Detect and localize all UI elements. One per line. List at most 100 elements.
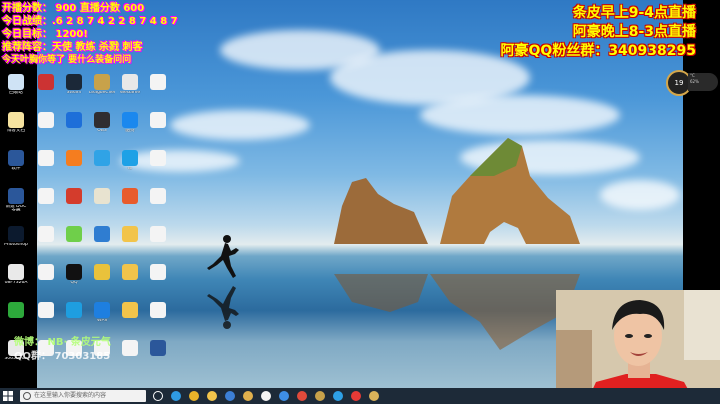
desktop-icon[interactable] [33,112,59,135]
desktop-icon-label: Steam [66,91,82,95]
overlay-target-line: 今日目标： 1200! [2,29,88,40]
desktop-icon[interactable]: IE [117,150,143,173]
app-icon-1[interactable] [243,391,253,401]
desktop-icon[interactable] [3,302,29,325]
desktop-icon[interactable] [33,264,59,287]
desktop-icon[interactable] [61,226,87,249]
desktop-icon[interactable] [145,302,171,325]
desktop-icon-label [89,243,115,249]
desktop-icon-label: 回收站 [9,91,23,95]
desktop-icon[interactable] [145,264,171,287]
app-icon-2[interactable] [261,391,271,401]
app-icon-4[interactable] [297,391,307,401]
app-icon [66,302,82,318]
desktop-icon-label [145,91,171,97]
desktop-icon-label [33,167,59,173]
file-explorer-icon[interactable] [207,391,217,401]
app-icon [66,74,82,90]
desktop-icon[interactable]: 酷狗 [117,112,143,135]
desktop-icon[interactable] [117,226,143,249]
desktop-icon[interactable] [145,226,171,249]
desktop-icon[interactable] [117,340,143,363]
desktop-icon[interactable] [145,74,171,97]
weather-sub-2: 62% [690,79,699,84]
desktop-icon[interactable]: QQ [61,264,87,287]
desktop-icon[interactable] [89,150,115,173]
app-icon [8,226,24,242]
desktop-icon-label [145,243,171,249]
desktop-icon-label: 酷狗 [125,129,135,133]
chrome-icon[interactable] [189,391,199,401]
app-icon [94,226,110,242]
store-icon[interactable] [225,391,235,401]
desktop-icon-label: 软件 [11,167,21,171]
desktop-icon[interactable]: 软件 [3,150,29,173]
overlay-lineup-line: 推荐阵容：天使 教练 杀戮 刺客 [2,42,143,53]
taskbar-search-box[interactable]: 在这里输入你要搜索的内容 [20,390,146,402]
app-icon-6[interactable] [333,391,343,401]
desktop-icon[interactable] [33,188,59,211]
desktop-icon[interactable]: Steam [61,74,87,97]
desktop-icon[interactable] [145,150,171,173]
desktop-icon[interactable]: 博客文档 [3,112,29,135]
desktop-icon[interactable]: Photoshop [3,226,29,249]
desktop-icon[interactable] [145,112,171,135]
desktop-icon-label [145,357,171,363]
desktop-icon[interactable] [61,188,87,211]
desktop-icon[interactable]: 新建 DOC 文档 [3,188,29,211]
app-icon-7[interactable] [351,391,361,401]
app-icon [94,264,110,280]
app-icon [66,150,82,166]
desktop-icon-label [145,129,171,135]
desktop-icon-label [61,129,87,135]
desktop-icon[interactable] [89,226,115,249]
rock-arch-small [334,178,428,244]
desktop-icon-label: IE [127,167,133,171]
desktop-icon[interactable] [89,264,115,287]
desktop-icon[interactable]: WPS [89,302,115,325]
webcam-feed [556,290,720,404]
edge-icon[interactable] [171,391,181,401]
task-view-icon[interactable] [153,391,163,401]
desktop-icon[interactable]: 回收站 [3,74,29,97]
windows-start-icon[interactable] [3,391,13,401]
app-icon-8[interactable] [369,391,379,401]
app-icon-5[interactable] [315,391,325,401]
desktop-icon[interactable] [33,302,59,325]
desktop-icon[interactable] [145,340,171,363]
app-icon [38,302,54,318]
runner-reflection [207,286,239,329]
desktop-icon[interactable]: LeagueClient [89,74,115,97]
desktop-icon[interactable] [117,264,143,287]
desktop-icon-label: 博客文档 [7,129,25,133]
desktop-icon-label: WPS [96,319,108,323]
overlay-score-line: 开播分数： 900 直播分数 600 [2,3,145,14]
app-icon [38,264,54,280]
desktop-icon-label [145,319,171,325]
desktop-icon-label [117,281,143,287]
desktop-icon[interactable] [61,112,87,135]
desktop-icon-label [89,167,115,173]
desktop-icon[interactable] [117,302,143,325]
desktop-icon[interactable]: 08F7326A [3,264,29,287]
desktop-icon-label: QQ [70,281,78,285]
desktop-icon[interactable] [33,226,59,249]
desktop-icon[interactable]: OBS [89,112,115,135]
watermark-qq: QQ群： 70303185 [14,351,111,362]
overlay-schedule-1: 条皮早上9-4点直播 [572,5,696,21]
desktop-icon[interactable] [117,188,143,211]
watermark-weibo: 微博： NB· 条皮元气 [14,337,111,348]
app-icon-3[interactable] [279,391,289,401]
desktop-icon[interactable] [61,150,87,173]
search-icon [23,392,31,400]
desktop-icon[interactable] [145,188,171,211]
desktop-icon[interactable]: WeGame [117,74,143,97]
desktop-icon[interactable] [33,150,59,173]
desktop-icon[interactable] [89,188,115,211]
desktop-icon-label [61,319,87,325]
desktop-icon[interactable] [33,74,59,97]
app-icon [150,264,166,280]
app-icon [8,74,24,90]
desktop-icon[interactable] [61,302,87,325]
desktop-icon-label [117,243,143,249]
